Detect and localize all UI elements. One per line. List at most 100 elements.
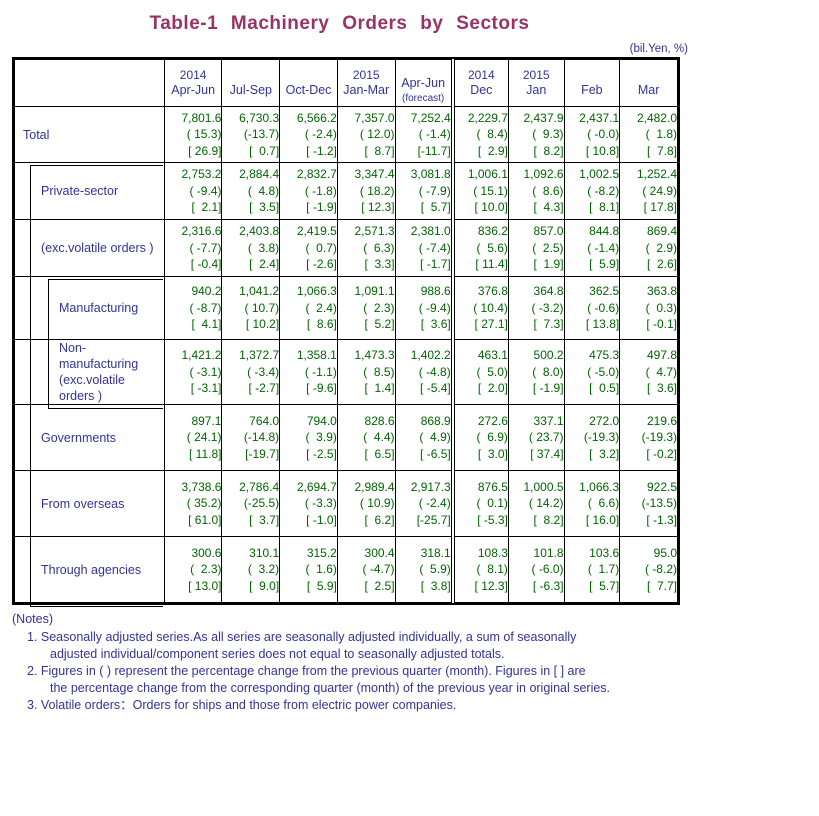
cell-qoq: ( -4.7) <box>362 562 395 577</box>
cell-yoy: [ 27.1] <box>474 317 508 332</box>
cell-yoy: [ 0.7] <box>249 143 280 158</box>
data-cell: 364.8( -3.2) [ 7.3] <box>507 276 565 340</box>
cell-yoy: [ -2.6] <box>306 257 337 272</box>
header-year <box>222 68 279 83</box>
cell-value: 2,229.7 <box>467 110 508 125</box>
cell-yoy: [ 2.5] <box>364 578 395 593</box>
header-forecast-note: (forecast) <box>402 92 445 104</box>
cell-qoq: ( -8.7) <box>189 300 222 315</box>
cell-yoy: [ -5.3] <box>477 512 508 527</box>
data-cell: 497.8( 4.7) [ 3.6] <box>619 339 678 405</box>
data-cell: 108.3 ( 8.1)[ 12.3] <box>450 536 509 603</box>
cell-qoq: ( 0.3) <box>645 300 677 315</box>
data-cell: 376.8( 10.4) [ 27.1] <box>450 276 509 340</box>
header-period: Apr-Jun <box>171 83 216 97</box>
cell-qoq: ( 10.9) <box>359 496 395 511</box>
header-col-oct-dec-2: Oct-Dec <box>279 59 338 107</box>
data-cell: 3,081.8( -7.9) [ 5.7] <box>394 162 454 220</box>
cell-yoy: [ -5.4] <box>420 381 451 396</box>
row-label-cell-0: Total <box>14 106 165 163</box>
data-cell: 7,801.6 ( 15.3)[ 26.9] <box>163 106 223 163</box>
data-cell: 362.5( -0.6) [ 13.8] <box>563 276 621 340</box>
cell-qoq: ( 3.2) <box>247 562 280 577</box>
cell-yoy: [ -2.5] <box>306 446 337 461</box>
header-col-feb-7: Feb <box>563 59 621 107</box>
cell-value: 376.8 <box>477 284 508 299</box>
cell-value: 1,421.2 <box>181 348 222 363</box>
cell-yoy: [ 3.3] <box>364 257 395 272</box>
cell-qoq: (-13.5) <box>641 496 677 511</box>
data-cell: 272.6 ( 6.9)[ 3.0] <box>450 404 509 471</box>
cell-value: 794.0 <box>306 413 337 428</box>
cell-value: 219.6 <box>646 413 677 428</box>
cell-yoy: [ 8.7] <box>364 143 395 158</box>
cell-qoq: ( 2.5) <box>532 240 564 255</box>
cell-yoy: [ 5.9] <box>306 578 337 593</box>
header-period: Mar <box>637 83 660 97</box>
cell-value: 940.2 <box>191 284 222 299</box>
data-cell: 1,473.3( 8.5) [ 1.4] <box>336 339 396 405</box>
cell-qoq: ( 9.3) <box>532 127 564 142</box>
note-item-3-line-1: 3. Volatile orders：Orders for ships and … <box>27 698 457 712</box>
cell-qoq: (-25.5) <box>243 496 280 511</box>
data-cell: 2,437.1 ( -0.0)[ 10.8] <box>563 106 621 163</box>
cell-yoy: [ -1.3] <box>646 512 677 527</box>
cell-value: 364.8 <box>533 284 564 299</box>
cell-value: 844.8 <box>589 224 620 239</box>
header-year <box>565 68 620 83</box>
cell-value: 7,801.6 <box>181 110 222 125</box>
data-cell: 2,884.4( 4.8) [ 3.5] <box>221 162 281 220</box>
data-cell: 940.2( -8.7) [ 4.1] <box>163 276 223 340</box>
cell-yoy: [ 3.5] <box>249 200 280 215</box>
cell-qoq: ( 18.2) <box>359 183 395 198</box>
cell-value: 988.6 <box>420 284 451 299</box>
data-cell: 500.2( 8.0) [ -1.9] <box>507 339 565 405</box>
header-col-dec-5: 2014 Dec <box>450 59 509 107</box>
data-cell: 828.6 ( 4.4)[ 6.5] <box>336 404 396 471</box>
notes-heading: (Notes) <box>12 612 53 626</box>
cell-value: 108.3 <box>477 545 508 560</box>
data-cell: 318.1 ( 5.9)[ 3.8] <box>394 536 454 603</box>
cell-qoq: ( 8.4) <box>476 127 508 142</box>
cell-yoy: [ 8.2] <box>533 512 564 527</box>
cell-yoy: [ 8.6] <box>306 317 337 332</box>
cell-qoq: ( -3.1) <box>189 364 222 379</box>
cell-yoy: [ 4.3] <box>533 200 564 215</box>
cell-qoq: ( 10.4) <box>473 300 508 315</box>
cell-value: 1,000.5 <box>523 479 564 494</box>
cell-qoq: ( 4.4) <box>363 430 395 445</box>
cell-qoq: ( 23.7) <box>528 430 564 445</box>
cell-yoy: [ 10.2] <box>245 317 280 332</box>
data-cell: 1,421.2( -3.1) [ -3.1] <box>163 339 223 405</box>
cell-qoq: ( 2.4) <box>305 300 337 315</box>
cell-value: 2,316.6 <box>181 224 222 239</box>
cell-value: 1,402.2 <box>410 348 451 363</box>
cell-value: 1,252.4 <box>636 167 677 182</box>
cell-yoy: [ 0.5] <box>589 381 620 396</box>
cell-value: 7,357.0 <box>354 110 395 125</box>
data-cell: 922.5 (-13.5)[ -1.3] <box>619 470 678 537</box>
cell-value: 300.6 <box>191 545 222 560</box>
data-cell: 764.0 (-14.8) [-19.7] <box>221 404 281 471</box>
cell-yoy: [ 5.9] <box>589 257 620 272</box>
data-cell: 463.1( 5.0) [ 2.0] <box>450 339 509 405</box>
cell-qoq: ( 1.8) <box>645 127 677 142</box>
data-cell: 1,358.1( -1.1) [ -9.6] <box>279 339 338 405</box>
header-period: Dec <box>470 83 493 97</box>
cell-value: 1,372.7 <box>239 348 280 363</box>
cell-yoy: [ -9.6] <box>306 381 337 396</box>
row-label: Total <box>23 127 50 142</box>
cell-yoy: [ 2.6] <box>646 257 677 272</box>
cell-yoy: [ 1.4] <box>364 381 395 396</box>
cell-qoq: ( 24.1) <box>186 430 222 445</box>
data-cell: 2,917.3 ( -2.4) [-25.7] <box>394 470 454 537</box>
cell-value: 1,041.2 <box>239 284 280 299</box>
cell-value: 95.0 <box>653 545 677 560</box>
cell-value: 463.1 <box>477 348 508 363</box>
cell-qoq: ( -5.0) <box>587 364 620 379</box>
data-cell: 988.6( -9.4) [ 3.6] <box>394 276 454 340</box>
note-item-2-line-1: 2. Figures in ( ) represent the percenta… <box>27 664 586 678</box>
cell-qoq: ( -2.4) <box>418 496 451 511</box>
data-cell: 2,229.7 ( 8.4)[ 2.9] <box>450 106 509 163</box>
cell-qoq: ( 12.0) <box>359 127 395 142</box>
